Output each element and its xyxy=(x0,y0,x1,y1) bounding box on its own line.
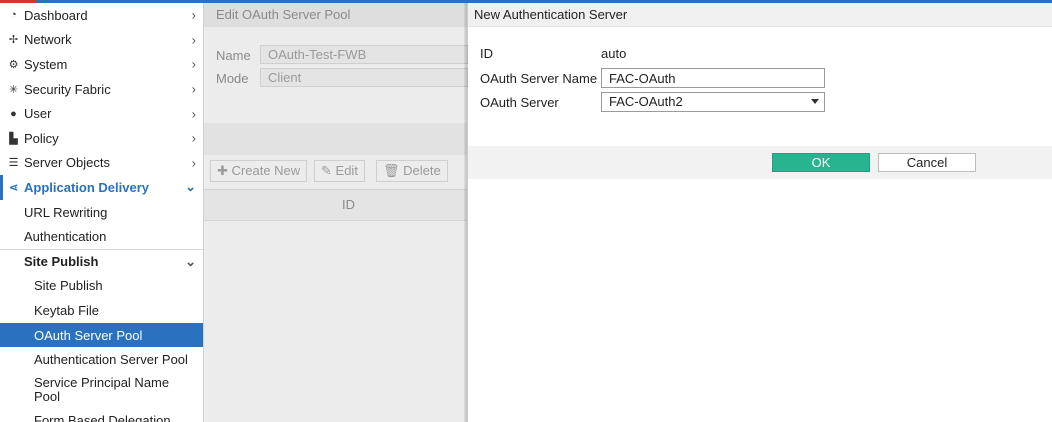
delete-button[interactable]: 🗑 Delete xyxy=(376,160,448,182)
edit-button[interactable]: ✎ Edit xyxy=(314,160,365,182)
chevron-right-icon: › xyxy=(191,106,196,122)
oauth-server-label: OAuth Server xyxy=(480,95,559,110)
sidebar-group-label: Site Publish xyxy=(24,254,99,270)
sidebar-item-label: User xyxy=(24,106,52,122)
dropdown-caret-icon xyxy=(811,99,819,104)
sidebar-item-label: Policy xyxy=(24,130,59,146)
sidebar-item-site-publish[interactable]: Site Publish xyxy=(0,274,203,299)
chevron-right-icon: › xyxy=(191,155,196,171)
sidebar-item-keytab-file[interactable]: Keytab File xyxy=(0,298,203,323)
pencil-icon: ✎ xyxy=(321,163,332,178)
sidebar-item-label: Network xyxy=(24,32,72,48)
sidebar-item-security-fabric[interactable]: ✳ Security Fabric › xyxy=(0,77,203,102)
oauth-server-name-label: OAuth Server Name xyxy=(480,71,598,86)
sidebar-item-label: URL Rewriting xyxy=(24,204,108,220)
mode-field[interactable]: Client xyxy=(260,68,470,87)
sidebar-item-label: Security Fabric xyxy=(24,81,111,97)
gear-icon: ⚙ xyxy=(8,58,19,71)
chevron-right-icon: › xyxy=(191,81,196,97)
sidebar-item-system[interactable]: ⚙ System › xyxy=(0,52,203,77)
sidebar-item-label: Server Objects xyxy=(24,155,110,171)
id-label: ID xyxy=(480,46,493,61)
create-new-button[interactable]: ✚ Create New xyxy=(210,160,308,182)
name-field[interactable]: OAuth-Test-FWB xyxy=(260,45,470,64)
oauth-server-select[interactable]: FAC-OAuth2 xyxy=(601,92,825,112)
new-authentication-server-dialog: New Authentication Server ID auto OAuth … xyxy=(468,3,1052,422)
column-header-id[interactable]: ID xyxy=(342,197,355,212)
sidebar-item-label: Service Principal Name Pool xyxy=(34,374,170,404)
cancel-button[interactable]: Cancel xyxy=(878,153,976,172)
sidebar-item-server-objects[interactable]: ☰ Server Objects › xyxy=(0,151,203,176)
name-label: Name xyxy=(216,48,251,63)
sidebar-item-authentication[interactable]: Authentication xyxy=(0,224,203,249)
chevron-right-icon: › xyxy=(191,130,196,146)
sidebar-item-oauth-server-pool[interactable]: OAuth Server Pool xyxy=(0,322,203,348)
trash-icon: 🗑 xyxy=(383,163,400,178)
table-header xyxy=(204,189,467,221)
sidebar-item-label: Authentication xyxy=(24,229,107,245)
id-value: auto xyxy=(601,46,627,61)
sidebar-item-application-delivery[interactable]: ⋖ Application Delivery ⌄ xyxy=(0,175,203,200)
sidebar-item-label: Dashboard xyxy=(24,7,88,23)
mode-label: Mode xyxy=(216,71,249,86)
sidebar-item-service-principal-name-pool[interactable]: Service Principal Name Pool xyxy=(0,372,203,408)
sidebar-item-network[interactable]: ✢ Network › xyxy=(0,28,203,53)
sidebar-item-url-rewriting[interactable]: URL Rewriting xyxy=(0,200,203,225)
sidebar-item-label: Application Delivery xyxy=(24,179,149,195)
network-icon: ✢ xyxy=(8,34,19,47)
ok-button[interactable]: OK xyxy=(772,153,870,172)
panel-section-divider xyxy=(204,123,467,155)
chevron-right-icon: › xyxy=(191,32,196,48)
sidebar-item-dashboard[interactable]: ◔ Dashboard › xyxy=(0,3,203,28)
dialog-title: New Authentication Server xyxy=(468,3,1052,27)
edit-label: Edit xyxy=(335,163,358,178)
chevron-down-icon: ⌄ xyxy=(185,253,196,269)
sidebar-item-label: Form Based Delegation xyxy=(34,412,171,422)
user-icon: ● xyxy=(10,107,17,120)
oauth-server-selected-value: FAC-OAuth2 xyxy=(609,94,683,109)
sidebar-item-policy[interactable]: ▙ Policy › xyxy=(0,126,203,151)
sidebar-group-site-publish[interactable]: Site Publish ⌄ xyxy=(0,248,203,274)
security-fabric-icon: ✳ xyxy=(8,83,19,96)
sidebar-item-label: Site Publish xyxy=(34,278,103,294)
panel-title: Edit OAuth Server Pool xyxy=(204,3,467,27)
dashboard-icon: ◔ xyxy=(10,9,17,22)
delete-label: Delete xyxy=(403,163,441,178)
sidebar-item-user[interactable]: ● User › xyxy=(0,101,203,126)
chevron-down-icon: ⌄ xyxy=(185,179,196,195)
sidebar-item-form-based-delegation[interactable]: Form Based Delegation xyxy=(0,408,203,422)
plus-icon: ✚ xyxy=(217,163,228,178)
sidebar-item-label: OAuth Server Pool xyxy=(34,327,143,343)
oauth-server-name-input[interactable] xyxy=(601,68,825,88)
sidebar-item-authentication-server-pool[interactable]: Authentication Server Pool xyxy=(0,347,203,372)
application-delivery-icon: ⋖ xyxy=(8,181,19,194)
chevron-right-icon: › xyxy=(191,7,196,23)
policy-icon: ▙ xyxy=(9,132,18,145)
sidebar-item-label: Keytab File xyxy=(34,302,100,318)
sidebar: ◔ Dashboard › ✢ Network › ⚙ System › ✳ S… xyxy=(0,3,204,422)
create-new-label: Create New xyxy=(231,163,301,178)
sidebar-item-label: Authentication Server Pool xyxy=(34,352,188,368)
chevron-right-icon: › xyxy=(191,56,196,72)
server-objects-icon: ☰ xyxy=(8,157,19,170)
edit-oauth-server-pool-panel: Edit OAuth Server Pool Name OAuth-Test-F… xyxy=(204,3,470,422)
sidebar-item-label: System xyxy=(24,56,68,72)
